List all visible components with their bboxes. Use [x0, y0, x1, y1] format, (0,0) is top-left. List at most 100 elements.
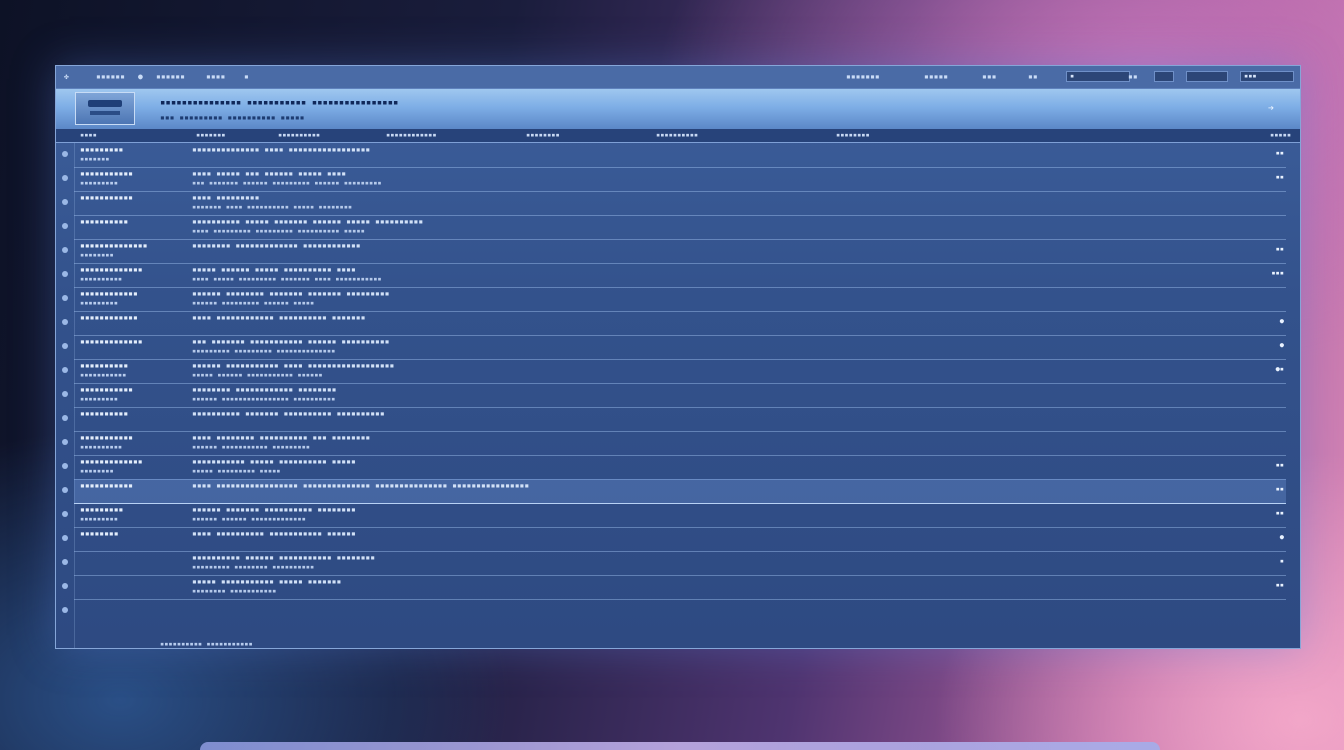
row-label: ▪▪▪▪▪▪▪▪▪▪▪▪▪: [80, 457, 143, 466]
page-subtitle: ▪▪▪ ▪▪▪▪▪▪▪▪▪ ▪▪▪▪▪▪▪▪▪▪ ▪▪▪▪▪: [160, 113, 305, 122]
row-status: ▪▪: [1275, 173, 1284, 181]
list-item[interactable]: ▪▪▪▪▪▪▪▪▪ ▪▪▪▪▪▪▪▪▪ ▪▪▪▪▪▪ ▪▪▪▪▪▪▪ ▪▪▪▪▪…: [74, 503, 1286, 528]
row-status: ▪▪: [1275, 245, 1284, 253]
row-label: ▪▪▪▪▪▪▪▪▪▪▪: [80, 169, 133, 178]
row-status: ▪: [1279, 557, 1284, 565]
row-marker-icon[interactable]: [62, 343, 68, 349]
row-subtext: ▪▪▪▪▪ ▪▪▪▪▪▪▪▪▪ ▪▪▪▪▪: [192, 467, 281, 475]
row-status: ▪▪: [1275, 509, 1284, 517]
column-header[interactable]: ▪▪▪▪▪▪▪▪: [526, 131, 560, 139]
column-header[interactable]: ▪▪▪▪▪▪▪▪▪▪: [656, 131, 698, 139]
row-subtext: ▪▪▪▪ ▪▪▪▪▪▪▪▪▪ ▪▪▪▪▪▪▪▪▪ ▪▪▪▪▪▪▪▪▪▪ ▪▪▪▪…: [192, 227, 365, 235]
column-header[interactable]: ▪▪▪▪: [80, 131, 97, 139]
row-marker-icon[interactable]: [62, 319, 68, 325]
row-label: ▪▪▪▪▪▪▪▪▪▪▪▪▪: [80, 337, 143, 346]
row-marker-icon[interactable]: [62, 151, 68, 157]
row-status: ▪▪: [1275, 581, 1284, 589]
row-marker-icon[interactable]: [62, 439, 68, 445]
logo-sub-icon: [90, 111, 120, 115]
column-header[interactable]: ▪▪▪▪▪▪▪▪▪▪▪▪: [386, 131, 437, 139]
row-text: ▪▪▪▪ ▪▪▪▪▪▪▪▪ ▪▪▪▪▪▪▪▪▪▪ ▪▪▪ ▪▪▪▪▪▪▪▪: [192, 433, 371, 442]
row-subtext: ▪▪▪▪▪▪▪▪▪ ▪▪▪▪▪▪▪▪▪ ▪▪▪▪▪▪▪▪▪▪▪▪▪▪: [192, 347, 336, 355]
row-text: ▪▪▪▪▪▪▪▪▪▪ ▪▪▪▪▪ ▪▪▪▪▪▪▪ ▪▪▪▪▪▪ ▪▪▪▪▪ ▪▪…: [192, 217, 424, 226]
row-label: ▪▪▪▪▪▪▪▪▪▪▪▪: [80, 289, 138, 298]
row-sublabel: ▪▪▪▪▪▪▪▪▪▪: [80, 443, 123, 451]
row-sublabel: ▪▪▪▪▪▪▪▪: [80, 251, 114, 259]
row-marker-icon[interactable]: [62, 487, 68, 493]
list-item[interactable]: ▪▪▪▪▪▪▪▪▪ ▪▪▪▪▪▪▪ ▪▪▪▪▪▪▪▪▪▪▪▪▪▪ ▪▪▪▪ ▪▪…: [74, 143, 1286, 168]
row-status: ▪▪: [1275, 485, 1284, 493]
row-text: ▪▪▪▪ ▪▪▪▪▪▪▪▪▪▪▪▪▪▪▪▪▪ ▪▪▪▪▪▪▪▪▪▪▪▪▪▪ ▪▪…: [192, 481, 530, 490]
list-item[interactable]: ▪▪▪▪▪ ▪▪▪▪▪▪▪▪▪▪▪ ▪▪▪▪▪ ▪▪▪▪▪▪▪ ▪▪▪▪▪▪▪▪…: [74, 575, 1286, 600]
list-item-selected[interactable]: ▪▪▪▪▪▪▪▪▪▪▪ ▪▪▪▪ ▪▪▪▪▪▪▪▪▪▪▪▪▪▪▪▪▪ ▪▪▪▪▪…: [74, 479, 1286, 504]
row-subtext: ▪▪▪▪ ▪▪▪▪▪ ▪▪▪▪▪▪▪▪▪ ▪▪▪▪▪▪▪ ▪▪▪▪ ▪▪▪▪▪▪…: [192, 275, 382, 283]
list-item[interactable]: ▪▪▪▪▪▪▪▪▪▪▪ ▪▪▪▪▪▪▪▪▪▪ ▪▪▪▪ ▪▪▪▪▪▪▪▪ ▪▪▪…: [74, 431, 1286, 456]
toolbar-field-3[interactable]: [1186, 71, 1228, 82]
row-status: ●: [1279, 341, 1284, 349]
app-logo: [75, 92, 135, 125]
row-label: ▪▪▪▪▪▪▪▪▪▪▪: [80, 433, 133, 442]
arrow-right-icon[interactable]: ➔: [1268, 103, 1274, 114]
row-marker-icon[interactable]: [62, 367, 68, 373]
toolbar-field-1[interactable]: ▪: [1066, 71, 1130, 82]
column-header[interactable]: ▪▪▪▪▪▪▪▪▪▪: [278, 131, 320, 139]
list-item[interactable]: ▪▪▪▪▪▪▪▪ ▪▪▪▪ ▪▪▪▪▪▪▪▪▪▪ ▪▪▪▪▪▪▪▪▪▪▪ ▪▪▪…: [74, 527, 1286, 552]
row-marker-icon[interactable]: [62, 199, 68, 205]
row-marker-icon[interactable]: [62, 271, 68, 277]
row-sublabel: ▪▪▪▪▪▪▪▪▪: [80, 515, 118, 523]
toolbar-menu-view[interactable]: ▪▪▪▪: [206, 71, 225, 83]
row-marker-icon[interactable]: [62, 607, 68, 613]
list-item[interactable]: ▪▪▪▪▪▪▪▪▪▪▪▪ ▪▪▪▪▪▪▪▪▪ ▪▪▪▪▪▪ ▪▪▪▪▪▪▪▪ ▪…: [74, 287, 1286, 312]
app-menu-icon[interactable]: ✤: [64, 71, 69, 83]
row-text: ▪▪▪▪▪ ▪▪▪▪▪▪▪▪▪▪▪ ▪▪▪▪▪ ▪▪▪▪▪▪▪: [192, 577, 342, 586]
list-item[interactable]: ▪▪▪▪▪▪▪▪▪▪▪▪▪ ▪▪▪▪▪▪▪▪ ▪▪▪▪▪▪▪▪▪▪▪ ▪▪▪▪▪…: [74, 455, 1286, 480]
list-item[interactable]: ▪▪▪▪▪▪▪▪▪▪▪▪▪ ▪▪▪▪▪▪▪▪▪▪ ▪▪▪▪▪ ▪▪▪▪▪▪ ▪▪…: [74, 263, 1286, 288]
row-text: ▪▪▪▪▪▪▪▪▪▪▪▪▪▪ ▪▪▪▪ ▪▪▪▪▪▪▪▪▪▪▪▪▪▪▪▪▪: [192, 145, 371, 154]
row-marker-icon[interactable]: [62, 175, 68, 181]
message-list: ▪▪▪▪▪▪▪▪▪ ▪▪▪▪▪▪▪ ▪▪▪▪▪▪▪▪▪▪▪▪▪▪ ▪▪▪▪ ▪▪…: [74, 143, 1296, 648]
row-marker-icon[interactable]: [62, 295, 68, 301]
record-icon[interactable]: ●: [138, 71, 143, 83]
row-subtext: ▪▪▪▪▪ ▪▪▪▪▪▪ ▪▪▪▪▪▪▪▪▪▪▪ ▪▪▪▪▪▪: [192, 371, 323, 379]
row-marker-icon[interactable]: [62, 247, 68, 253]
toolbar-menu-more[interactable]: ▪: [244, 71, 249, 83]
row-text: ▪▪▪ ▪▪▪▪▪▪▪ ▪▪▪▪▪▪▪▪▪▪▪ ▪▪▪▪▪▪ ▪▪▪▪▪▪▪▪▪…: [192, 337, 390, 346]
toolbar-field-4[interactable]: ▪▪▪: [1240, 71, 1294, 82]
logo-mark-icon: [88, 100, 122, 107]
column-header[interactable]: ▪▪▪▪▪▪▪▪: [836, 131, 870, 139]
row-subtext: ▪▪▪▪▪▪ ▪▪▪▪▪▪▪▪▪ ▪▪▪▪▪▪ ▪▪▪▪▪: [192, 299, 315, 307]
toolbar-label: ▪▪: [1128, 72, 1138, 81]
list-item[interactable]: ▪▪▪▪▪▪▪▪▪▪▪ ▪▪▪▪▪▪▪▪▪ ▪▪▪▪ ▪▪▪▪▪ ▪▪▪ ▪▪▪…: [74, 167, 1286, 192]
list-item[interactable]: ▪▪▪▪▪▪▪▪▪▪ ▪▪▪▪▪▪ ▪▪▪▪▪▪▪▪▪▪▪ ▪▪▪▪▪▪▪▪ ▪…: [74, 551, 1286, 576]
list-item[interactable]: ▪▪▪▪▪▪▪▪▪▪▪ ▪▪▪▪▪▪▪▪▪ ▪▪▪▪▪▪▪▪ ▪▪▪▪▪▪▪▪▪…: [74, 383, 1286, 408]
row-marker-icon[interactable]: [62, 535, 68, 541]
list-item[interactable]: ▪▪▪▪▪▪▪▪▪▪ ▪▪▪▪▪▪▪▪▪▪ ▪▪▪▪▪ ▪▪▪▪▪▪▪ ▪▪▪▪…: [74, 215, 1286, 240]
list-item[interactable]: ▪▪▪▪▪▪▪▪▪▪▪▪▪▪ ▪▪▪▪▪▪▪▪ ▪▪▪▪▪▪▪▪ ▪▪▪▪▪▪▪…: [74, 239, 1286, 264]
column-header[interactable]: ▪▪▪▪▪▪▪: [196, 131, 226, 139]
list-item[interactable]: ▪▪▪▪▪▪▪▪▪▪▪▪ ▪▪▪▪ ▪▪▪▪▪▪▪▪▪▪▪▪ ▪▪▪▪▪▪▪▪▪…: [74, 311, 1286, 336]
column-header[interactable]: ▪▪▪▪▪: [1270, 131, 1291, 139]
top-toolbar: ✤ ▪▪▪▪▪▪ ● ▪▪▪▪▪▪ ▪▪▪▪ ▪ ▪▪▪▪▪▪▪ ▪▪▪▪▪ ▪…: [56, 66, 1300, 89]
app-window: ✤ ▪▪▪▪▪▪ ● ▪▪▪▪▪▪ ▪▪▪▪ ▪ ▪▪▪▪▪▪▪ ▪▪▪▪▪ ▪…: [55, 65, 1301, 649]
row-status: ●: [1279, 533, 1284, 541]
row-marker-icon[interactable]: [62, 511, 68, 517]
row-marker-icon[interactable]: [62, 559, 68, 565]
row-marker-icon[interactable]: [62, 223, 68, 229]
row-marker-icon[interactable]: [62, 415, 68, 421]
row-marker-icon[interactable]: [62, 583, 68, 589]
row-marker-icon[interactable]: [62, 391, 68, 397]
list-item[interactable]: ▪▪▪▪▪▪▪▪▪▪▪▪▪ ▪▪▪ ▪▪▪▪▪▪▪ ▪▪▪▪▪▪▪▪▪▪▪ ▪▪…: [74, 335, 1286, 360]
toolbar-menu-edit[interactable]: ▪▪▪▪▪▪: [156, 71, 185, 83]
row-sublabel: ▪▪▪▪▪▪▪: [80, 155, 110, 163]
toolbar-field-2[interactable]: [1154, 71, 1174, 82]
toolbar-menu-file[interactable]: ▪▪▪▪▪▪: [96, 71, 125, 83]
row-label: ▪▪▪▪▪▪▪▪▪▪▪▪: [80, 313, 138, 322]
row-marker-icon[interactable]: [62, 463, 68, 469]
list-item[interactable]: ▪▪▪▪▪▪▪▪▪▪▪ ▪▪▪▪ ▪▪▪▪▪▪▪▪▪ ▪▪▪▪▪▪▪ ▪▪▪▪ …: [74, 191, 1286, 216]
list-item[interactable]: ▪▪▪▪▪▪▪▪▪▪ ▪▪▪▪▪▪▪▪▪▪▪ ▪▪▪▪▪▪ ▪▪▪▪▪▪▪▪▪▪…: [74, 359, 1286, 384]
status-footer: ▪▪▪▪▪▪▪▪▪▪ ▪▪▪▪▪▪▪▪▪▪▪: [56, 638, 1300, 648]
row-subtext: ▪▪▪▪▪▪▪▪▪ ▪▪▪▪▪▪▪▪ ▪▪▪▪▪▪▪▪▪▪: [192, 563, 315, 571]
row-status: ●▪: [1275, 365, 1284, 373]
row-subtext: ▪▪▪▪▪▪ ▪▪▪▪▪▪▪▪▪▪▪▪▪▪▪▪ ▪▪▪▪▪▪▪▪▪▪: [192, 395, 336, 403]
list-item[interactable]: ▪▪▪▪▪▪▪▪▪▪ ▪▪▪▪▪▪▪▪▪▪ ▪▪▪▪▪▪▪ ▪▪▪▪▪▪▪▪▪▪…: [74, 407, 1286, 432]
